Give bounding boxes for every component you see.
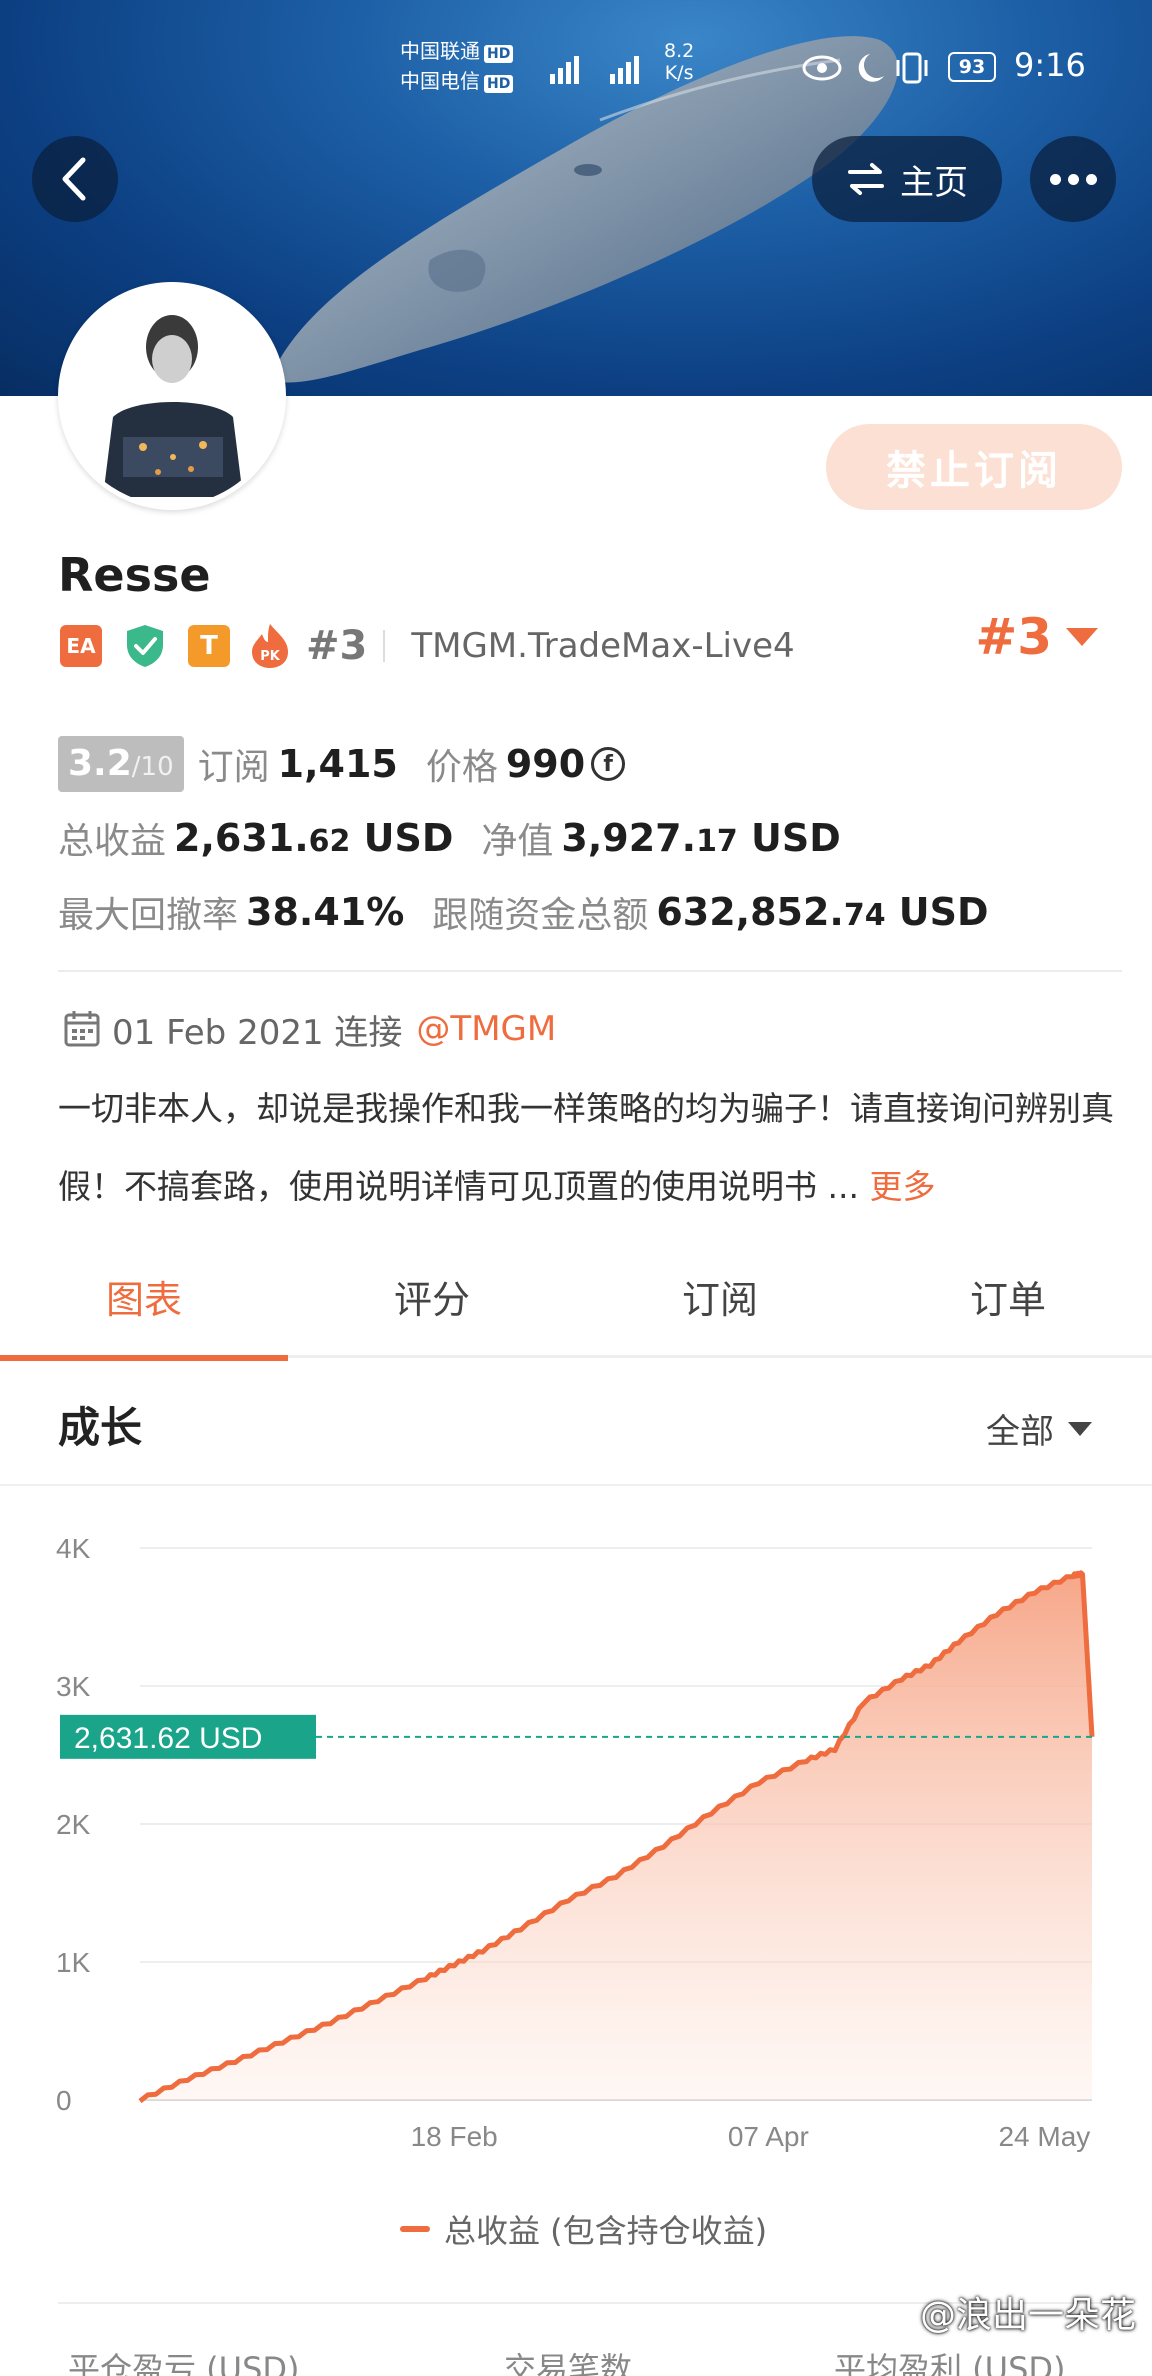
x-tick-label: 24 May xyxy=(998,2121,1090,2152)
tab-rating[interactable]: 评分 xyxy=(288,1262,576,1355)
strategy-description: 一切非本人，却说是我操作和我一样策略的均为骗子！请直接询问辨别真假！不搞套路，使… xyxy=(58,1070,1128,1226)
calendar-icon xyxy=(64,1011,100,1047)
total-profit-label: 总收益 xyxy=(58,821,167,862)
y-tick-label: 0 xyxy=(56,2085,72,2116)
swap-icon xyxy=(848,163,884,195)
pk-flame-icon: PK xyxy=(252,624,288,668)
score-max: /10 xyxy=(131,752,174,782)
tab-orders[interactable]: 订单 xyxy=(864,1262,1152,1355)
dot-icon xyxy=(1085,173,1097,185)
range-label: 全部 xyxy=(986,1412,1054,1452)
signal-icon xyxy=(550,56,639,84)
growth-section-header: 成长 全部 xyxy=(0,1360,1152,1486)
range-selector[interactable]: 全部 xyxy=(986,1404,1092,1453)
max-drawdown-value: 38.41% xyxy=(246,890,405,934)
total-profit-value: 2,631.62 USD xyxy=(174,816,454,860)
trade-count-label: 交易笔数 xyxy=(504,2350,633,2376)
current-value-label: 2,631.62 USD xyxy=(74,1722,262,1755)
status-bar: 中国联通 HD 中国电信 HD 8.2 K/s 93 9:16 xyxy=(400,30,1112,100)
clock: 9:16 xyxy=(1014,46,1086,84)
battery-indicator: 93 xyxy=(948,52,996,82)
price-value: 990 xyxy=(505,742,586,786)
connection-info: 01 Feb 2021 连接 @TMGM xyxy=(62,1000,556,1058)
equity-value: 3,927.17 USD xyxy=(561,816,841,860)
dot-icon xyxy=(1067,173,1079,185)
carrier-2: 中国电信 xyxy=(400,69,480,93)
home-button[interactable]: 主页 xyxy=(812,136,1002,222)
tab-chart[interactable]: 图表 xyxy=(0,1262,288,1361)
more-link[interactable]: 更多 xyxy=(869,1167,935,1206)
max-drawdown-label: 最大回撤率 xyxy=(58,895,239,936)
avatar-image xyxy=(63,287,281,505)
badge-row: EA T PK #3 TMGM.TradeMax-Live4 xyxy=(60,618,795,674)
avatar[interactable] xyxy=(58,282,286,510)
server-name: TMGM.TradeMax-Live4 xyxy=(411,626,795,666)
current-value-tag: 2,631.62 USD xyxy=(60,1714,316,1759)
x-tick-label: 18 Feb xyxy=(411,2121,498,2152)
legend-swatch xyxy=(400,2226,430,2232)
section-title: 成长 xyxy=(58,1403,143,1452)
tab-bar: 图表 评分 订阅 订单 xyxy=(0,1262,1152,1361)
watermark-text: @浪出一朵花 xyxy=(919,2295,1136,2336)
coin-icon: f xyxy=(591,747,626,781)
stats-row-2: 总收益 2,631.62 USD 净值 3,927.17 USD xyxy=(58,808,841,868)
tab-subscriptions[interactable]: 订阅 xyxy=(576,1262,864,1355)
price-label: 价格 xyxy=(425,747,498,788)
broker-link[interactable]: @TMGM xyxy=(416,1009,556,1049)
y-tick-label: 1K xyxy=(56,1947,91,1978)
avg-profit-label: 平均盈利 (USD) xyxy=(834,2350,1066,2376)
subscribe-button[interactable]: 禁止订阅 xyxy=(826,424,1122,510)
chevron-left-icon xyxy=(62,157,86,201)
chart-legend: 总收益 (包含持仓收益) xyxy=(400,2206,767,2252)
score-badge: 3.2/10 xyxy=(58,736,184,792)
legend-label: 总收益 (包含持仓收益) xyxy=(444,2212,768,2250)
back-button[interactable] xyxy=(32,136,118,222)
stats-row-1: 3.2/10 订阅 1,415 价格 990 f xyxy=(58,734,626,794)
hd-badge: HD xyxy=(484,45,514,63)
verified-shield-icon xyxy=(127,625,163,667)
hd-badge: HD xyxy=(484,75,514,93)
rank-dropdown[interactable]: #3 xyxy=(975,608,1098,666)
stats-row-3: 最大回撤率 38.41% 跟随资金总额 632,852.74 USD xyxy=(58,882,989,942)
connection-date: 01 Feb 2021 连接 xyxy=(112,1012,403,1053)
watermark: @浪出一朵花 xyxy=(920,2286,1136,2338)
y-tick-label: 3K xyxy=(56,1671,91,1702)
dot-icon xyxy=(1049,173,1061,185)
username: Resse xyxy=(58,548,211,602)
equity-label: 净值 xyxy=(481,821,554,862)
score-value: 3.2 xyxy=(68,743,132,784)
caret-down-icon xyxy=(1066,628,1098,646)
closed-pnl-label: 平仓盈亏 (USD) xyxy=(68,2350,300,2376)
divider xyxy=(58,970,1122,972)
network-speed: 8.2 K/s xyxy=(664,40,695,84)
y-tick-label: 2K xyxy=(56,1809,91,1840)
y-tick-label: 4K xyxy=(56,1533,91,1564)
caret-down-icon xyxy=(1068,1421,1092,1436)
t-badge: T xyxy=(188,625,230,667)
status-icons xyxy=(802,52,928,84)
carrier-1: 中国联通 xyxy=(400,39,480,63)
growth-chart: 2,631.62 USD 0 1K 2K 3K 4K 18 Feb 07 Apr 24 Ma… xyxy=(56,1533,1095,2152)
subscribe-count-label: 订阅 xyxy=(197,747,270,788)
divider xyxy=(383,630,386,662)
rank-value: #3 xyxy=(975,608,1052,666)
carrier-labels: 中国联通 HD 中国电信 HD xyxy=(400,36,514,96)
more-options-button[interactable] xyxy=(1030,136,1116,222)
follow-funds-label: 跟随资金总额 xyxy=(432,895,649,936)
home-label: 主页 xyxy=(900,162,968,203)
rank-label: #3 xyxy=(306,623,368,669)
ea-badge: EA xyxy=(60,625,102,667)
subscribe-count: 1,415 xyxy=(277,742,398,786)
pk-label: PK xyxy=(260,649,281,664)
x-tick-label: 07 Apr xyxy=(728,2121,809,2152)
description-text: 一切非本人，却说是我操作和我一样策略的均为骗子！请直接询问辨别真假！不搞套路，使… xyxy=(58,1089,1114,1206)
follow-funds-value: 632,852.74 USD xyxy=(656,890,989,934)
